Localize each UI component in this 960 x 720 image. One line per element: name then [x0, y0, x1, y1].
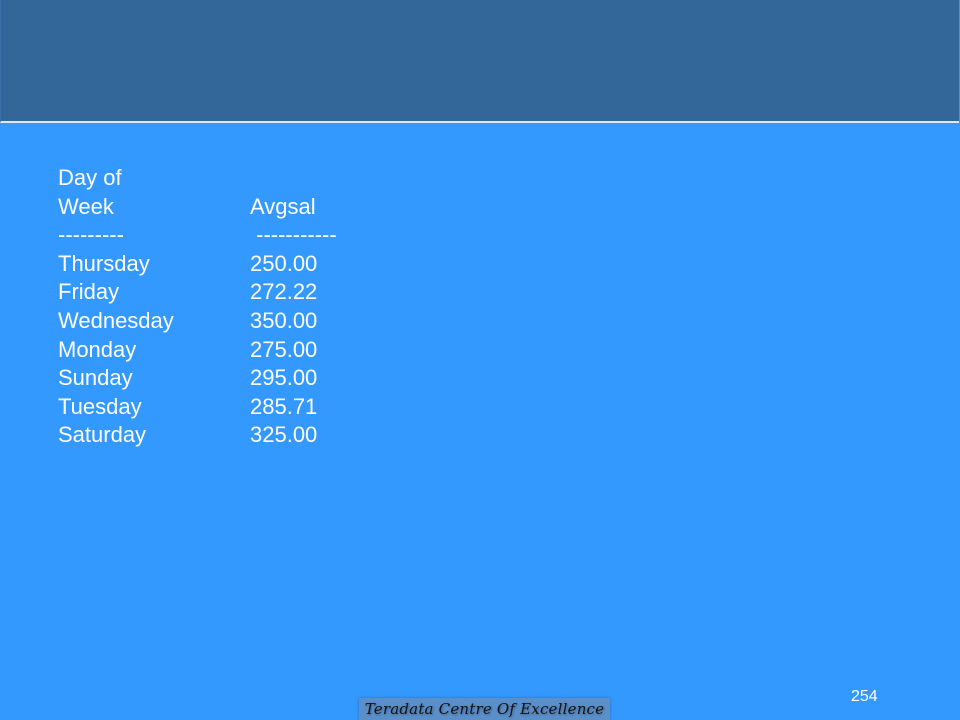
avgsal-cell: 272.22: [250, 279, 318, 305]
day-cell: Thursday: [58, 250, 150, 276]
footer-branding: Teradata Centre Of Excellence: [359, 698, 610, 720]
day-cell: Wednesday: [58, 307, 174, 333]
table-row: Wednesday 350.00: [58, 307, 337, 336]
table-row: Tuesday 285.71: [58, 393, 337, 422]
column-header-day: Day of: [58, 165, 122, 190]
column-header-avgsal: Avgsal: [250, 193, 316, 219]
table-row: Saturday 325.00: [58, 421, 337, 450]
query-result-table: Day of Week Avgsal --------- -----------…: [58, 164, 337, 450]
separator-col2: -----------: [250, 222, 337, 248]
table-row: Sunday 295.00: [58, 364, 337, 393]
column-header-week: Week: [58, 193, 114, 219]
day-cell: Friday: [58, 279, 120, 305]
separator-col1: ---------: [58, 222, 124, 248]
avgsal-cell: 275.00: [250, 336, 318, 362]
footer-label: Teradata Centre Of Excellence: [364, 700, 605, 718]
slide-header-band: [0, 0, 959, 123]
day-cell: Monday: [58, 336, 137, 362]
table-row: Monday 275.00: [58, 336, 337, 365]
avgsal-cell: 350.00: [250, 307, 318, 333]
page-number: 254: [851, 688, 878, 705]
avgsal-cell: 295.00: [250, 365, 318, 391]
avgsal-cell: 325.00: [250, 422, 318, 448]
table-header-line-2: Week Avgsal: [58, 193, 337, 222]
day-cell: Saturday: [58, 422, 147, 448]
avgsal-cell: 285.71: [250, 393, 318, 419]
table-header-line-1: Day of: [58, 164, 337, 193]
day-cell: Tuesday: [58, 393, 142, 419]
avgsal-cell: 250.00: [250, 250, 318, 276]
day-cell: Sunday: [58, 365, 133, 391]
table-row: Friday 272.22: [58, 278, 337, 307]
table-row: Thursday 250.00: [58, 250, 337, 279]
table-separator: --------- -----------: [58, 221, 337, 250]
